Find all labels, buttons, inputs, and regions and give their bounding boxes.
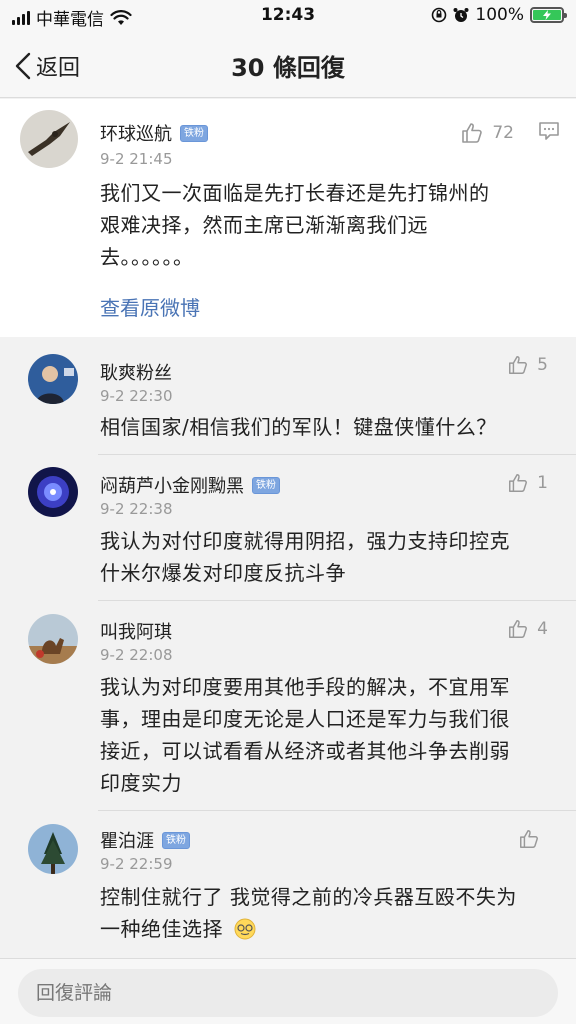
comment-time: 9-2 21:45 <box>100 150 173 168</box>
page-title: 30 條回復 <box>231 54 345 82</box>
avatar[interactable] <box>20 110 78 168</box>
reply-time: 9-2 22:08 <box>100 646 173 664</box>
text-line: 一种绝佳选择 <box>100 913 560 945</box>
reply-text: 控制住就行了 我觉得之前的冷兵器互殴不失为 一种绝佳选择 <box>100 881 560 945</box>
like-button[interactable] <box>518 828 548 850</box>
text-line: 什米尔爆发对印度反抗斗争 <box>100 561 346 585</box>
text-line: 相信国家/相信我们的军队！键盘侠懂什么？ <box>100 415 497 439</box>
comment-icon[interactable] <box>538 121 560 141</box>
text-line: 艰难决择，然而主席已渐渐离我们远 <box>100 213 428 237</box>
emoji-icon <box>234 918 256 940</box>
text-line: 接近，可以试看看从经济或者其他斗争去削弱 <box>100 739 510 763</box>
camel-avatar-image <box>28 614 78 664</box>
avatar[interactable] <box>28 354 78 404</box>
like-count: 5 <box>537 355 548 375</box>
like-count: 4 <box>537 619 548 639</box>
nav-bar: 返回 30 條回復 <box>0 32 576 98</box>
status-right: 100% <box>431 5 567 25</box>
text-line: 控制住就行了 我觉得之前的冷兵器互殴不失为 <box>100 885 517 909</box>
author-name[interactable]: 闷葫芦小金刚黝黑 <box>100 472 244 498</box>
rotation-lock-icon <box>432 7 447 23</box>
text-line: 事，理由是印度无论是人口还是军力与我们很 <box>100 707 510 731</box>
reply-text: 相信国家/相信我们的军队！键盘侠懂什么？ <box>100 411 560 443</box>
reply-author: 叫我阿琪 <box>100 618 172 644</box>
text-line: 我认为对付印度就得用阴招，强力支持印控克 <box>100 529 510 553</box>
alarm-icon <box>453 8 469 22</box>
like-count: 72 <box>492 123 514 143</box>
like-button[interactable]: 72 <box>460 121 514 145</box>
like-icon <box>509 356 528 374</box>
reply-time: 9-2 22:59 <box>100 855 173 873</box>
battery-percent: 100% <box>475 5 524 25</box>
avatar[interactable] <box>28 824 78 874</box>
reply-comment-input[interactable] <box>18 969 558 1017</box>
author-name[interactable]: 环球巡航 <box>100 120 172 146</box>
original-comment: 环球巡航 铁粉 9-2 21:45 72 我们又一次面临是先打长春还是先打锦州的… <box>0 99 576 337</box>
text-line: 我们又一次面临是先打长春还是先打锦州的 <box>100 181 490 205</box>
reply-item: 耿爽粉丝 9-2 22:30 5 相信国家/相信我们的军队！键盘侠懂什么？ <box>0 337 576 455</box>
like-icon <box>520 830 538 848</box>
like-count: 1 <box>537 473 548 493</box>
charging-bolt-icon <box>543 10 551 20</box>
like-button[interactable]: 4 <box>507 618 548 640</box>
author-name[interactable]: 瞿泊涯 <box>100 827 154 853</box>
avatar[interactable] <box>28 467 78 517</box>
tree-avatar-image <box>28 824 78 874</box>
bottom-bar <box>0 958 576 1024</box>
eagle-avatar-image <box>20 110 78 168</box>
fan-badge: 铁粉 <box>162 831 190 849</box>
comment-text: 我们又一次面临是先打长春还是先打锦州的 艰难决择，然而主席已渐渐离我们远 去。。… <box>100 177 560 273</box>
fan-badge: 铁粉 <box>180 124 208 142</box>
reply-item: 闷葫芦小金刚黝黑 铁粉 9-2 22:38 1 我认为对付印度就得用阴招，强力支… <box>0 455 576 601</box>
like-button[interactable]: 5 <box>507 354 548 376</box>
fan-badge: 铁粉 <box>252 476 280 494</box>
reply-item: 叫我阿琪 9-2 22:08 4 我认为对印度要用其他手段的解决，不宜用军 事，… <box>0 601 576 811</box>
like-button[interactable]: 1 <box>507 472 548 494</box>
reply-text: 我认为对付印度就得用阴招，强力支持印控克 什米尔爆发对印度反抗斗争 <box>100 525 560 589</box>
like-icon <box>509 620 528 638</box>
battery-icon <box>530 7 567 23</box>
like-icon <box>462 123 483 143</box>
text-line: 印度实力 <box>100 771 182 795</box>
reply-time: 9-2 22:30 <box>100 387 173 405</box>
status-bar: 中華電信 12:43 100% <box>0 0 576 32</box>
text-line-content: 一种绝佳选择 <box>100 917 223 941</box>
like-icon <box>509 474 528 492</box>
person-avatar-image <box>28 354 78 404</box>
reply-author: 耿爽粉丝 <box>100 359 172 385</box>
view-original-weibo-link[interactable]: 查看原微博 <box>100 292 200 321</box>
reply-text: 我认为对印度要用其他手段的解决，不宜用军 事，理由是印度无论是人口还是军力与我们… <box>100 671 560 799</box>
reply-time: 9-2 22:38 <box>100 500 173 518</box>
reply-author: 闷葫芦小金刚黝黑 铁粉 <box>100 472 280 498</box>
author-name[interactable]: 耿爽粉丝 <box>100 359 172 385</box>
author-name[interactable]: 叫我阿琪 <box>100 618 172 644</box>
text-line: 我认为对印度要用其他手段的解决，不宜用军 <box>100 675 510 699</box>
galaxy-avatar-image <box>28 467 78 517</box>
avatar[interactable] <box>28 614 78 664</box>
reply-item: 瞿泊涯 铁粉 9-2 22:59 控制住就行了 我觉得之前的冷兵器互殴不失为 一… <box>0 811 576 958</box>
text-line: 去。。。。。。 <box>100 245 194 269</box>
comment-author: 环球巡航 铁粉 <box>100 120 208 146</box>
reply-author: 瞿泊涯 铁粉 <box>100 827 190 853</box>
